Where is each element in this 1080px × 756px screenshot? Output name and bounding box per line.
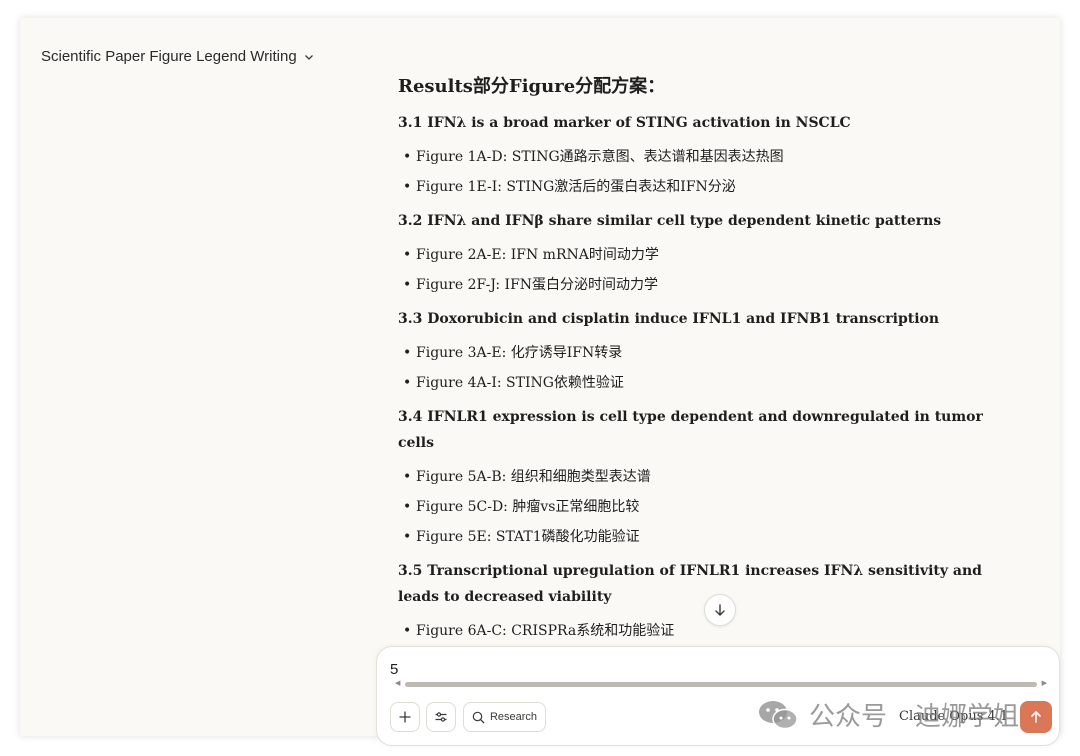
arrow-up-icon xyxy=(1031,710,1041,723)
list-item: Figure 1A-D: STING通路示意图、表达谱和基因表达热图 xyxy=(398,142,998,172)
research-label: Research xyxy=(489,711,538,723)
model-selector[interactable]: Claude Opus 4.1 xyxy=(899,709,1008,724)
section-title: 3.1 IFNλ is a broad marker of STING acti… xyxy=(398,115,851,131)
list-item: Figure 1E-I: STING激活后的蛋白表达和IFN分泌 xyxy=(398,172,998,202)
figure-list: Figure 3A-E: 化疗诱导IFN转录Figure 4A-I: STING… xyxy=(398,338,998,398)
scroll-to-bottom-button[interactable] xyxy=(704,594,736,626)
arrow-down-icon xyxy=(715,604,725,616)
list-item: Figure 3A-E: 化疗诱导IFN转录 xyxy=(398,338,998,368)
scroll-left-icon[interactable]: ◀ xyxy=(395,680,400,688)
scrollbar-thumb[interactable] xyxy=(405,682,1037,687)
composer-horizontal-scrollbar[interactable]: ◀ ▶ xyxy=(395,680,1047,688)
results-section: 3.4 IFNLR1 expression is cell type depen… xyxy=(398,404,998,552)
results-section: 3.2 IFNλ and IFNβ share similar cell typ… xyxy=(398,208,998,300)
chat-title-text: Scientific Paper Figure Legend Writing xyxy=(41,48,297,65)
tools-button[interactable] xyxy=(426,702,456,732)
list-item: Figure 6A-C: CRISPRa系统和功能验证 xyxy=(398,616,998,646)
chat-title-dropdown[interactable]: Scientific Paper Figure Legend Writing xyxy=(41,48,315,65)
section-title: 3.2 IFNλ and IFNβ share similar cell typ… xyxy=(398,213,942,229)
message-content: Results部分Figure分配方案： 3.1 IFNλ is a broad… xyxy=(398,70,998,682)
list-item: Figure 2A-E: IFN mRNA时间动力学 xyxy=(398,240,998,270)
plus-icon xyxy=(399,711,411,723)
chevron-down-icon xyxy=(304,54,313,60)
figure-list: Figure 1A-D: STING通路示意图、表达谱和基因表达热图Figure… xyxy=(398,142,998,202)
section-title: 3.5 Transcriptional upregulation of IFNL… xyxy=(398,563,982,605)
scroll-right-icon[interactable]: ▶ xyxy=(1042,680,1047,688)
list-item: Figure 5E: STAT1磷酸化功能验证 xyxy=(398,522,998,552)
results-section: 3.3 Doxorubicin and cisplatin induce IFN… xyxy=(398,306,998,398)
section-title: 3.4 IFNLR1 expression is cell type depen… xyxy=(398,409,983,451)
add-attachment-button[interactable] xyxy=(390,702,420,732)
figure-list: Figure 5A-B: 组织和细胞类型表达谱Figure 5C-D: 肿瘤vs… xyxy=(398,462,998,552)
figure-list: Figure 2A-E: IFN mRNA时间动力学Figure 2F-J: I… xyxy=(398,240,998,300)
research-button[interactable]: Research xyxy=(463,702,546,732)
composer-input[interactable]: 5 xyxy=(390,661,398,678)
list-item: Figure 5C-D: 肿瘤vs正常细胞比较 xyxy=(398,492,998,522)
results-section: 3.1 IFNλ is a broad marker of STING acti… xyxy=(398,110,998,202)
section-title: 3.3 Doxorubicin and cisplatin induce IFN… xyxy=(398,311,940,327)
list-item: Figure 4A-I: STING依赖性验证 xyxy=(398,368,998,398)
list-item: Figure 5A-B: 组织和细胞类型表达谱 xyxy=(398,462,998,492)
list-item: Figure 2F-J: IFN蛋白分泌时间动力学 xyxy=(398,270,998,300)
send-button[interactable] xyxy=(1020,701,1052,733)
sliders-icon xyxy=(435,712,447,722)
message-composer[interactable]: 5 ◀ ▶ Research Claude Opus 4.1 xyxy=(376,646,1060,746)
results-heading: Results部分Figure分配方案： xyxy=(398,76,666,97)
search-icon xyxy=(472,711,485,723)
